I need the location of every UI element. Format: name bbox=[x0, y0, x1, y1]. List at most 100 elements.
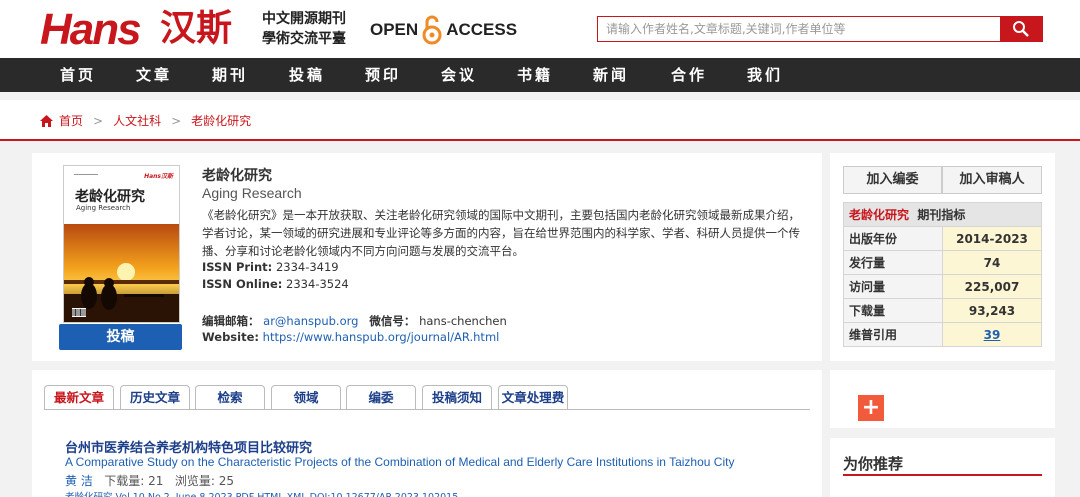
slogan: 中文開源期刊 學術交流平臺 bbox=[262, 9, 346, 49]
website-link[interactable]: https://www.hanspub.org/journal/AR.html bbox=[263, 330, 500, 344]
cover-subtitle: Aging Research bbox=[76, 204, 131, 212]
hans-logo-chinese[interactable]: 汉斯 bbox=[160, 8, 232, 50]
metrics-row: 维普引用 39 bbox=[843, 322, 1042, 347]
join-reviewer-button[interactable]: 加入审稿人 bbox=[942, 166, 1042, 194]
nav-about[interactable]: 我们 bbox=[747, 58, 783, 92]
metric-label: 维普引用 bbox=[843, 322, 943, 347]
metrics-row: 访问量 225,007 bbox=[843, 274, 1042, 299]
share-panel: + bbox=[830, 370, 1055, 428]
issn-print-value: 2334-3419 bbox=[275, 260, 339, 274]
article-meta: 黄 洁 下载量: 21 浏览量: 25 bbox=[65, 472, 234, 489]
breadcrumb-category[interactable]: 人文社科 bbox=[113, 112, 161, 129]
issn-print-label: ISSN Print: bbox=[202, 260, 273, 274]
wechat-label: 微信号： bbox=[369, 314, 416, 328]
search-box bbox=[597, 16, 1043, 42]
article-title[interactable]: 台州市医养结合养老机构特色项目比较研究 bbox=[65, 437, 312, 456]
journal-info-panel: ━━━━━━━━━━ Hans汉斯 老龄化研究 Aging Research 投… bbox=[32, 153, 822, 361]
website-label: Website: bbox=[202, 330, 259, 344]
tab-divider bbox=[44, 409, 810, 410]
tab-editorial-board[interactable]: 编委 bbox=[346, 385, 416, 409]
tab-fields[interactable]: 领域 bbox=[271, 385, 341, 409]
issn-online: ISSN Online: 2334-3524 bbox=[202, 277, 349, 291]
email-label: 编辑邮箱： bbox=[202, 314, 260, 328]
nav-preprint[interactable]: 预印 bbox=[365, 58, 401, 92]
issn-online-value: 2334-3524 bbox=[286, 277, 349, 291]
breadcrumb-journal[interactable]: 老龄化研究 bbox=[191, 112, 251, 129]
nav-articles[interactable]: 文章 bbox=[136, 58, 172, 92]
metric-value: 93,243 bbox=[942, 298, 1042, 323]
metric-label: 访问量 bbox=[843, 274, 943, 299]
metrics-row: 出版年份 2014-2023 bbox=[843, 226, 1042, 251]
tab-processing-fee[interactable]: 文章处理费 bbox=[498, 385, 568, 409]
metric-value: 39 bbox=[942, 322, 1042, 347]
metrics-header-row: 老龄化研究 期刊指标 bbox=[843, 202, 1042, 227]
cover-title: 老龄化研究 bbox=[75, 189, 145, 205]
open-access-right: ACCESS bbox=[446, 20, 518, 39]
tab-latest-articles[interactable]: 最新文章 bbox=[44, 385, 114, 409]
open-access-left: OPEN bbox=[370, 20, 419, 39]
breadcrumb-separator: > bbox=[93, 113, 104, 128]
metrics-journal-name: 老龄化研究 bbox=[849, 208, 910, 222]
recommend-divider bbox=[843, 474, 1042, 476]
cover-small-text: ━━━━━━━━━━ bbox=[74, 172, 99, 177]
issn-print: ISSN Print: 2334-3419 bbox=[202, 260, 339, 274]
nav-news[interactable]: 新闻 bbox=[593, 58, 629, 92]
breadcrumb-bar: 首页 > 人文社科 > 老龄化研究 bbox=[0, 100, 1080, 141]
metric-value: 225,007 bbox=[942, 274, 1042, 299]
hans-logo[interactable]: Hans bbox=[40, 6, 142, 54]
metrics-row: 下载量 93,243 bbox=[843, 298, 1042, 323]
cover-header: ━━━━━━━━━━ Hans汉斯 老龄化研究 Aging Research bbox=[64, 166, 179, 224]
metrics-header: 老龄化研究 期刊指标 bbox=[843, 202, 1042, 227]
nav-conferences[interactable]: 会议 bbox=[441, 58, 477, 92]
wechat-value: hans-chenchen bbox=[419, 314, 507, 328]
breadcrumb-home[interactable]: 首页 bbox=[59, 112, 83, 129]
open-access-logo: OPEN ACCESS bbox=[370, 14, 517, 46]
breadcrumb-separator: > bbox=[171, 113, 182, 128]
slogan-line-1: 中文開源期刊 bbox=[262, 11, 346, 27]
journal-cover[interactable]: ━━━━━━━━━━ Hans汉斯 老龄化研究 Aging Research bbox=[63, 165, 180, 323]
metrics-table: 老龄化研究 期刊指标 出版年份 2014-2023 发行量 74 访问量 225… bbox=[843, 202, 1042, 347]
email-link[interactable]: ar@hanspub.org bbox=[263, 314, 358, 328]
search-button[interactable] bbox=[1000, 17, 1042, 41]
recommend-panel: 为你推荐 bbox=[830, 438, 1055, 497]
article-author[interactable]: 黄 洁 bbox=[65, 474, 93, 488]
metric-label: 发行量 bbox=[843, 250, 943, 275]
journal-metrics-panel: 加入编委 加入审稿人 老龄化研究 期刊指标 出版年份 2014-2023 发行量… bbox=[830, 153, 1055, 361]
nav-submit[interactable]: 投稿 bbox=[289, 58, 325, 92]
breadcrumb: 首页 > 人文社科 > 老龄化研究 bbox=[40, 112, 251, 129]
search-input[interactable] bbox=[598, 17, 1000, 41]
views-label: 浏览量: bbox=[174, 474, 215, 488]
metric-label: 出版年份 bbox=[843, 226, 943, 251]
article-citation[interactable]: 老龄化研究 Vol.10 No.2, June 8 2023 PDF HTML … bbox=[65, 489, 458, 497]
article-title-en[interactable]: A Comparative Study on the Characteristi… bbox=[65, 455, 734, 469]
downloads-label: 下载量: bbox=[104, 474, 145, 488]
articles-panel: 最新文章 历史文章 检索 领域 编委 投稿须知 文章处理费 台州市医养结合养老机… bbox=[32, 370, 822, 497]
tab-submission-guide[interactable]: 投稿须知 bbox=[422, 385, 492, 409]
downloads-value: 21 bbox=[148, 474, 164, 488]
main-nav: 首页 文章 期刊 投稿 预印 会议 书籍 新闻 合作 我们 bbox=[0, 58, 1080, 92]
journal-title-en: Aging Research bbox=[202, 185, 302, 201]
nav-journals[interactable]: 期刊 bbox=[212, 58, 248, 92]
nav-cooperation[interactable]: 合作 bbox=[671, 58, 707, 92]
open-lock-icon bbox=[422, 15, 442, 45]
search-icon bbox=[1013, 21, 1029, 37]
tab-search[interactable]: 检索 bbox=[195, 385, 265, 409]
nav-books[interactable]: 书籍 bbox=[517, 58, 553, 92]
cover-brand: Hans汉斯 bbox=[144, 173, 173, 180]
cover-sunset-image bbox=[64, 224, 179, 322]
plus-icon[interactable]: + bbox=[858, 395, 884, 421]
metrics-row: 发行量 74 bbox=[843, 250, 1042, 275]
metric-value: 2014-2023 bbox=[942, 226, 1042, 251]
nav-home[interactable]: 首页 bbox=[60, 58, 96, 92]
metric-label: 下载量 bbox=[843, 298, 943, 323]
contact-line: 编辑邮箱： ar@hanspub.org 微信号： hans-chenchen bbox=[202, 313, 507, 329]
metrics-title: 期刊指标 bbox=[917, 208, 966, 222]
issn-online-label: ISSN Online: bbox=[202, 277, 283, 291]
journal-description: 《老龄化研究》是一本开放获取、关注老龄化研究领域的国际中文期刊，主要包括国内老龄… bbox=[202, 208, 800, 258]
submit-button[interactable]: 投稿 bbox=[59, 324, 182, 350]
citation-count-link[interactable]: 39 bbox=[984, 328, 1001, 342]
recommend-title: 为你推荐 bbox=[843, 455, 904, 473]
join-editorial-button[interactable]: 加入编委 bbox=[843, 166, 942, 194]
slogan-line-2: 學術交流平臺 bbox=[262, 31, 346, 47]
tab-past-articles[interactable]: 历史文章 bbox=[120, 385, 190, 409]
